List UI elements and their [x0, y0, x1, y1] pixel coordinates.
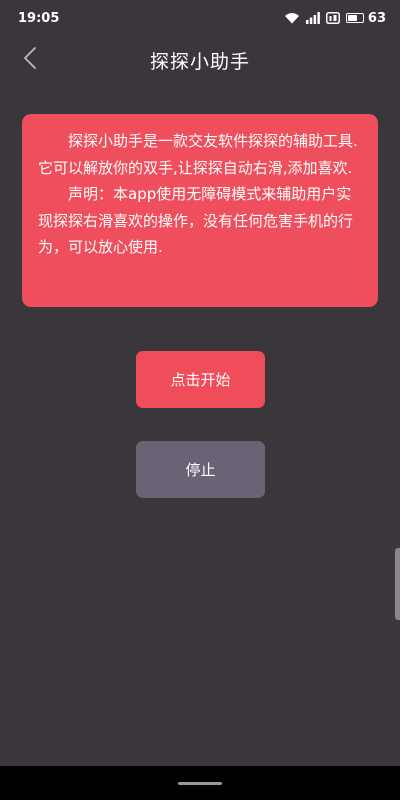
wifi-icon — [284, 12, 300, 24]
chevron-left-icon — [23, 46, 37, 74]
stop-button[interactable]: 停止 — [136, 441, 265, 498]
battery-fill — [347, 15, 357, 21]
info-card: 探探小助手是一款交友软件探探的辅助工具.它可以解放你的双手,让探探自动右滑,添加… — [22, 114, 378, 307]
start-button[interactable]: 点击开始 — [136, 351, 265, 408]
app-screen: 19:05 63 探探小助手 探探小助手是一款交友软件探探的辅助工具.它可以解放… — [0, 0, 400, 800]
navigation-bar — [0, 766, 400, 800]
back-button[interactable] — [16, 46, 44, 74]
app-header: 探探小助手 — [0, 36, 400, 84]
disclaimer-text: 声明：本app使用无障碍模式来辅助用户实现探探右滑喜欢的操作，没有任何危害手机的… — [38, 185, 354, 256]
page-title: 探探小助手 — [149, 50, 250, 73]
intro-text: 探探小助手是一款交友软件探探的辅助工具.它可以解放你的双手,让探探自动右滑,添加… — [38, 132, 358, 177]
battery-icon — [345, 13, 364, 23]
status-bar: 19:05 63 — [0, 0, 400, 36]
hd-icon — [325, 12, 340, 24]
status-time: 19:05 — [18, 10, 60, 26]
battery-indicator: 63 — [345, 10, 386, 26]
home-indicator[interactable] — [178, 781, 222, 785]
side-scroll-handle[interactable] — [395, 548, 400, 620]
signal-icon — [305, 12, 320, 24]
battery-percent: 63 — [367, 10, 386, 26]
status-icons: 63 — [284, 11, 386, 26]
